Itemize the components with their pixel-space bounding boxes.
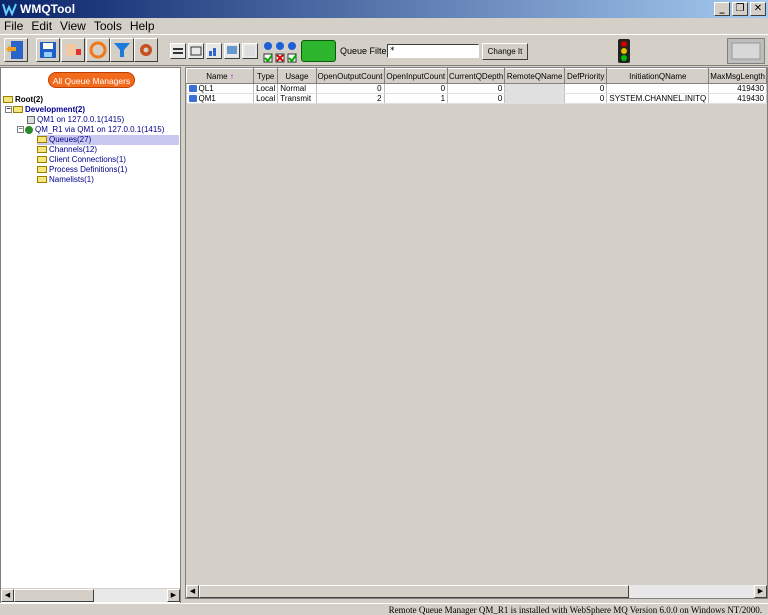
change-it-button[interactable]: Change It [482,43,528,60]
column-header-remoteqname[interactable]: RemoteQName [504,68,565,84]
menu-bar: File Edit View Tools Help [0,18,768,34]
tree-node-root[interactable]: Root(2) [3,95,43,105]
scroll-thumb[interactable] [199,585,629,598]
folder-icon [3,96,13,104]
queue-icon [188,95,197,103]
column-header-name[interactable]: Name ↑ [186,68,255,84]
navigation-tree-panel: All Queue Managers Root(2) − Development(… [0,67,181,604]
table-horizontal-scrollbar[interactable]: ◀ ▶ [186,584,767,598]
tree-node-namelists[interactable]: Namelists(1) [37,175,94,185]
folder-icon [37,156,47,164]
column-header-usage[interactable]: Usage [277,68,317,84]
queue-manager-icon [27,115,35,124]
refresh-icon [89,41,107,59]
list-view-icon [173,48,183,54]
menu-edit[interactable]: Edit [27,19,56,33]
column-header-openinputcount[interactable]: OpenInputCount [383,68,449,84]
detail-view-icon [190,46,202,56]
server-panel-icon [727,38,765,64]
menu-help[interactable]: Help [126,19,159,33]
column-header-maxmsglength[interactable]: MaxMsgLength [708,68,767,84]
sort-ascending-icon: ↑ [229,71,234,81]
tree-node-channels[interactable]: Channels(12) [37,145,97,155]
queue-table-panel: Name ↑ Type Usage OpenOutputCount OpenIn… [185,67,768,599]
view-button-1[interactable] [170,43,186,59]
menu-tools[interactable]: Tools [90,19,126,33]
all-queue-managers-button[interactable]: All Queue Managers [48,72,135,88]
monitor-icon [227,46,237,54]
status-dots-icon [263,42,297,63]
minimize-button[interactable]: _ [714,2,730,16]
hand-icon [66,44,81,56]
view-button-3[interactable] [206,43,222,59]
column-header-defpriority[interactable]: DefPriority [563,68,608,84]
wmq-logo-icon [2,2,18,17]
close-button[interactable]: ✕ [750,2,766,16]
tree-node-client-connections[interactable]: Client Connections(1) [37,155,126,165]
column-header-type[interactable]: Type [253,68,279,84]
settings-button[interactable] [134,38,158,62]
tree-node-process-definitions[interactable]: Process Definitions(1) [37,165,127,175]
tree-horizontal-scrollbar[interactable]: ◀ ▶ [1,588,180,602]
tree-node-qm1[interactable]: QM1 on 127.0.0.1(1415) [27,115,124,125]
window-title: WMQTool [20,2,76,16]
column-header-openoutputcount[interactable]: OpenOutputCount [315,68,385,84]
scroll-right-icon[interactable]: ▶ [754,585,767,598]
queue-icon [188,85,197,93]
funnel-icon [114,43,130,57]
status-bar: Remote Queue Manager QM_R1 is installed … [0,603,768,615]
exit-door-icon [6,41,23,59]
status-indicators[interactable] [262,40,298,64]
menu-view[interactable]: View [56,19,90,33]
folder-icon [13,106,23,114]
folder-icon [37,166,47,174]
gear-icon [140,44,152,56]
scroll-left-icon[interactable]: ◀ [186,585,199,598]
toolbar: Queue Filter: * Change It [0,34,768,66]
table-row[interactable]: QL1 Local Normal 0 0 0 0 419430 [186,83,767,94]
tree-node-queues[interactable]: Queues(27) [37,135,179,145]
folder-icon [37,136,47,144]
queue-table: Name ↑ Type Usage OpenOutputCount OpenIn… [186,68,767,104]
exit-button[interactable] [4,38,28,62]
refresh-button[interactable] [86,38,110,62]
tree-node-development[interactable]: − Development(2) [5,105,85,115]
view-button-4[interactable] [224,43,240,59]
queue-filter-input[interactable]: * [387,44,479,58]
queue-filter-label: Queue Filter: [340,46,393,56]
column-header-currentqdepth[interactable]: CurrentQDepth [447,68,506,84]
menu-file[interactable]: File [0,19,27,33]
table-header-row: Name ↑ Type Usage OpenOutputCount OpenIn… [186,68,767,84]
traffic-light-icon [617,39,631,63]
green-action-button[interactable] [301,40,336,62]
blank-icon [245,46,255,56]
remote-qm-icon [25,125,33,134]
folder-icon [37,146,47,154]
scroll-left-icon[interactable]: ◀ [1,589,14,602]
chart-view-icon [209,48,216,56]
restore-button[interactable]: ❐ [732,2,748,16]
view-button-5[interactable] [242,43,258,59]
scroll-thumb[interactable] [14,589,94,602]
folder-icon [37,176,47,184]
collapse-icon[interactable]: − [5,106,12,114]
title-bar: WMQTool _ ❐ ✕ [0,0,768,18]
hand-tool-button[interactable] [61,38,85,62]
view-button-2[interactable] [188,43,204,59]
table-row[interactable]: QM1 Local Transmit 2 1 0 0 SYSTEM.CHANNE… [186,93,767,104]
scroll-right-icon[interactable]: ▶ [167,589,180,602]
collapse-icon[interactable]: − [17,126,24,134]
save-disk-icon [40,42,56,58]
tree-node-qm-r1[interactable]: − QM_R1 via QM1 on 127.0.0.1(1415) [17,125,164,135]
save-button[interactable] [36,38,60,62]
filter-button[interactable] [110,38,134,62]
column-header-initiationqname[interactable]: InitiationQName [606,68,710,84]
